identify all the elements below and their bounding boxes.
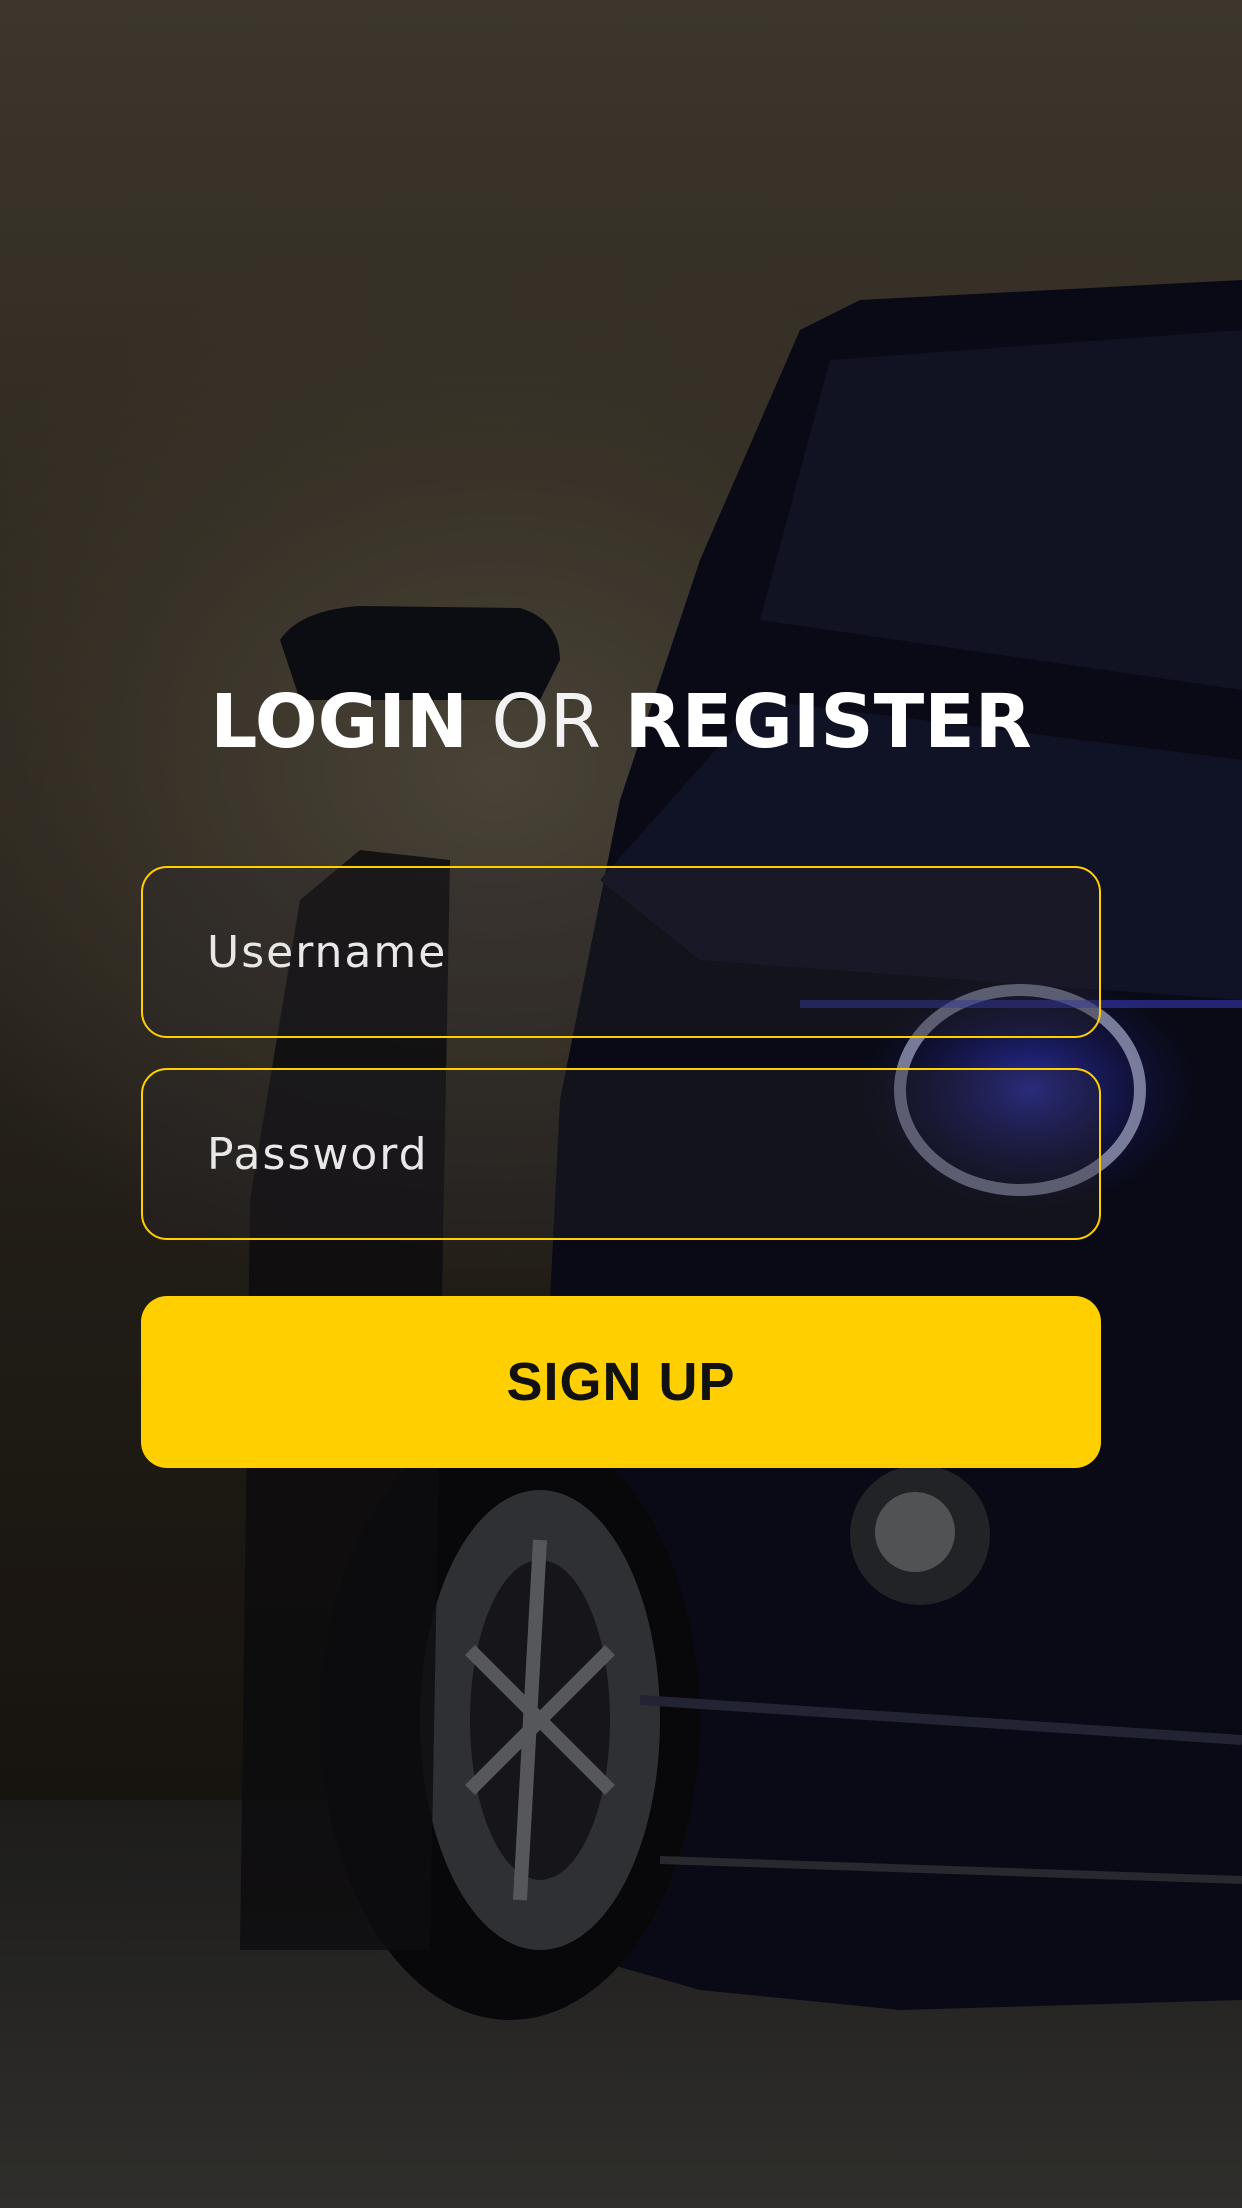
password-input[interactable] [207,1070,1067,1238]
title-register: REGISTER [624,679,1032,765]
login-screen: LOGIN OR REGISTER SIGN UP [0,0,1242,2208]
title-or: OR [491,679,602,765]
sign-up-button[interactable]: SIGN UP [141,1296,1101,1468]
title-login: LOGIN [210,679,468,765]
page-title: LOGIN OR REGISTER [0,672,1242,772]
username-input[interactable] [207,868,1067,1036]
password-field [141,1068,1101,1240]
username-field [141,866,1101,1038]
